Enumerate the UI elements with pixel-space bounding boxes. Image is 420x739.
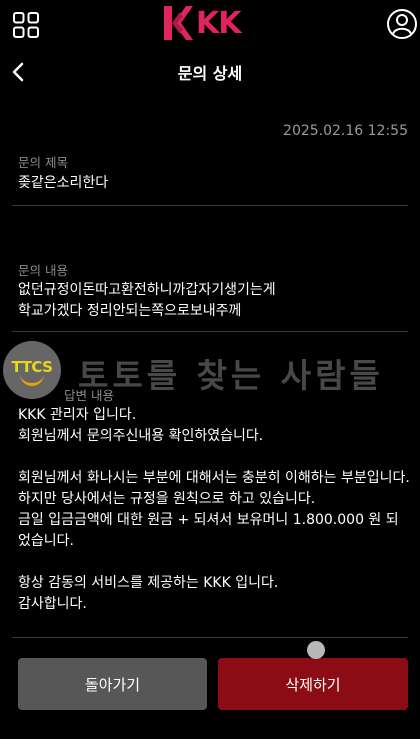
reply-line: 감사합니다. [18, 596, 87, 612]
reply-spacer [18, 552, 410, 573]
divider [12, 637, 408, 638]
brand-logo-mark-icon [164, 6, 193, 40]
brand-logo[interactable]: KK [160, 4, 241, 42]
watermark-text: 토토를 찾는 사람들 [78, 356, 384, 395]
scroll-indicator[interactable] [307, 641, 325, 659]
back-button[interactable]: 돌아가기 [18, 658, 207, 710]
page-title: 문의 상세 [177, 64, 243, 83]
reply-line: 하지만 당사에서는 규정을 원칙으로 하고 있습니다. [18, 491, 316, 507]
reply-line: 회원님께서 문의주신내용 확인하였습니다. [18, 428, 264, 444]
reply-line: 항상 감동의 서비스를 제공하는 KKK 입니다. [18, 575, 279, 591]
subject-value: 좆같은소리한다 [18, 175, 109, 191]
reply-line: 금일 입금금액에 대한 원금 + 되셔서 보유머니 1.800.000 원 되었… [18, 512, 399, 549]
brand-logo-text: KK [196, 5, 241, 41]
content-line-1: 없던규정이돈따고환전하니까갑자기생기는게 [18, 282, 276, 298]
delete-button[interactable]: 삭제하기 [218, 658, 408, 710]
divider [12, 205, 408, 206]
divider [12, 331, 408, 332]
watermark-overlay: TTCS 토토를 찾는 사람들 [0, 341, 420, 399]
inquiry-date: 2025.02.16 12:55 [283, 123, 408, 139]
page-header: 문의 상세 [0, 52, 420, 92]
reply-line: 회원님께서 화나시는 부분에 대해서는 충분히 이해하는 부분입니다. [18, 470, 410, 486]
reply-line: KKK 관리자 입니다. [18, 407, 137, 423]
smile-icon [20, 374, 44, 386]
watermark-badge: TTCS [3, 341, 61, 399]
user-profile-icon[interactable] [387, 8, 417, 40]
top-bar: KK [0, 0, 420, 48]
reply-body: KKK 관리자 입니다. 회원님께서 문의주신내용 확인하였습니다. 회원님께서… [18, 405, 410, 615]
content-line-2: 학교가겠다 정리안되는쪽으로보내주께 [18, 303, 242, 319]
subject-label: 문의 제목 [18, 155, 68, 170]
grid-menu-icon[interactable] [13, 12, 39, 38]
reply-spacer [18, 447, 410, 468]
content-label: 문의 내용 [18, 263, 68, 278]
